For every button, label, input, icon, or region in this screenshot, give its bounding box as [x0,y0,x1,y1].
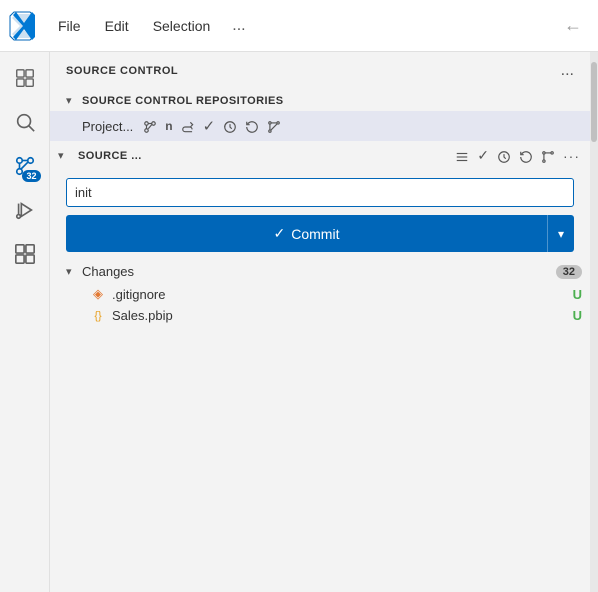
selection-menu[interactable]: Selection [143,14,221,38]
history2-icon[interactable] [495,145,513,165]
gitignore-status-badge: U [573,287,582,302]
repo-name: Project... [82,119,133,134]
source-control-badge: 32 [22,170,40,182]
back-button[interactable]: ← [556,11,590,40]
file-item-sales-pbip[interactable]: {} Sales.pbip U [50,305,590,326]
pbip-status-badge: U [573,308,582,323]
repos-chevron-icon: ▾ [66,94,78,107]
graph2-icon[interactable] [539,145,557,165]
panel-header: SOURCE CONTROL ... [50,52,590,90]
activity-bar: 32 [0,52,50,592]
source-control-panel: SOURCE CONTROL ... ▾ SOURCE CONTROL REPO… [50,52,590,592]
commit-icon[interactable]: ✓ [201,115,218,137]
gitignore-file-name: .gitignore [112,287,567,302]
menu-bar: File Edit Selection ... [48,13,254,39]
scrollbar-track[interactable] [590,52,598,592]
check-icon[interactable]: ✓ [475,145,491,166]
history-icon[interactable] [221,116,239,136]
refresh2-icon[interactable] [517,145,535,165]
repo-row[interactable]: Project... n [50,111,590,141]
explorer-activity-icon[interactable] [7,60,43,96]
title-bar-controls: ← [556,11,590,40]
lines-icon[interactable] [453,145,471,165]
panel-title: SOURCE CONTROL [66,65,178,77]
repositories-section-title: SOURCE CONTROL REPOSITORIES [82,95,582,107]
commit-dropdown-button[interactable]: ▾ [547,215,574,252]
commit-button[interactable]: ✓ Commit [66,215,547,252]
remote-icon[interactable]: n [163,117,174,135]
repo-action-icons: n ✓ [141,115,283,137]
panel-more-button[interactable]: ... [561,62,574,80]
file-menu[interactable]: File [48,14,91,38]
search-activity-icon[interactable] [7,104,43,140]
commit-message-input[interactable]: init [66,178,574,207]
repositories-section-header[interactable]: ▾ SOURCE CONTROL REPOSITORIES [50,90,590,111]
file-item-gitignore[interactable]: ◈ .gitignore U [50,283,590,305]
source-section-title: SOURCE ... [78,150,142,162]
run-debug-activity-icon[interactable] [7,192,43,228]
edit-menu[interactable]: Edit [95,14,139,38]
scrollbar-thumb[interactable] [591,62,597,142]
commit-button-label: Commit [291,226,339,242]
changes-header[interactable]: ▾ Changes 32 [50,260,590,283]
graph-icon[interactable] [265,116,283,136]
source-control-activity-icon[interactable]: 32 [7,148,43,184]
branch-icon[interactable] [141,116,159,136]
source-action-icons: ✓ [453,145,582,166]
menu-more[interactable]: ... [224,13,253,39]
changes-count-badge: 32 [556,265,582,279]
gitignore-file-icon: ◈ [90,286,106,302]
title-bar: File Edit Selection ... ← [0,0,598,52]
source-chevron-icon: ▾ [58,149,70,162]
sync-icon[interactable] [179,116,197,136]
commit-button-area: ✓ Commit ▾ [50,215,590,260]
source-more-icon[interactable]: ··· [561,146,582,166]
commit-check-icon: ✓ [274,225,286,242]
pbip-file-icon: {} [90,310,106,322]
commit-input-area: init [50,170,590,215]
extensions-activity-icon[interactable] [7,236,43,272]
changes-title: Changes [82,264,556,279]
vscode-logo [8,10,40,42]
commit-dropdown-chevron-icon: ▾ [558,227,564,241]
source-section-header[interactable]: ▾ SOURCE ... ✓ [50,141,590,170]
main-layout: 32 SOURCE CONTROL ... [0,52,598,592]
pbip-file-name: Sales.pbip [112,308,567,323]
refresh-icon[interactable] [243,116,261,136]
changes-section: ▾ Changes 32 ◈ .gitignore U {} Sales.pbi… [50,260,590,326]
changes-chevron-icon: ▾ [66,265,78,278]
